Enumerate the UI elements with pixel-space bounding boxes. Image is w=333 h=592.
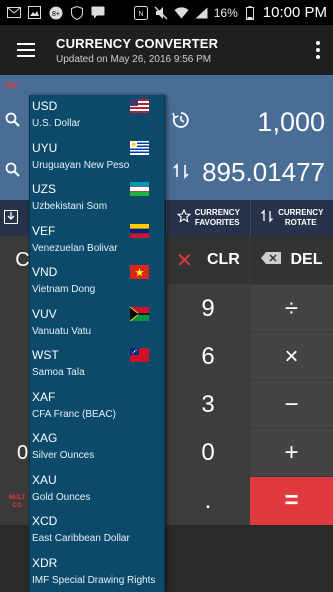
currency-code: UYU [32, 140, 58, 155]
list-item[interactable]: VUV Vanuatu Vatu [30, 303, 164, 345]
currency-code: XAG [32, 431, 58, 445]
battery-icon [243, 5, 258, 20]
currency-name: Gold Ounces [32, 491, 91, 503]
nfc-icon: N [134, 5, 149, 20]
venezuela-flag-icon [130, 223, 149, 238]
list-item[interactable]: XAU Gold Ounces [30, 469, 164, 511]
backspace-icon [260, 251, 281, 269]
key-0[interactable]: 0 [167, 429, 249, 476]
multi-convert-label[interactable]: MULT CO [2, 494, 32, 510]
currency-code: XDR [32, 555, 58, 570]
uzbekistan-flag-icon [130, 182, 149, 196]
currency-code: XAU [32, 472, 57, 487]
multiply-button[interactable]: × [250, 333, 333, 380]
currency-code: VUV [32, 306, 57, 321]
currency-code: XCD [32, 514, 58, 528]
uruguay-flag-icon [130, 140, 149, 155]
currency-name: U.S. Dollar [32, 118, 81, 129]
app-title: CURRENCY CONVERTER [56, 35, 219, 51]
battery-percent: 16% [213, 5, 238, 20]
list-item[interactable]: WST Samoa Tala [30, 344, 164, 386]
star-icon [176, 208, 191, 228]
hamburger-icon[interactable] [0, 25, 52, 75]
samoa-flag-icon [130, 348, 149, 362]
list-item[interactable]: UYU Uruguayan New Peso [30, 137, 164, 179]
currency-name: Venezuelan Bolivar [32, 242, 118, 254]
delete-button[interactable]: DEL [250, 236, 333, 284]
messenger-icon: 8+ [48, 5, 63, 20]
currency-code: USD [32, 99, 58, 113]
email-icon [6, 5, 21, 20]
key-6[interactable]: 6 [167, 333, 249, 380]
image-icon [27, 5, 42, 20]
currency-name: IMF Special Drawing Rights [32, 574, 156, 586]
currency-rotate-button[interactable]: CURRENCY ROTATE [249, 200, 333, 236]
currency-name: East Caribbean Dollar [32, 533, 130, 544]
currency-code: WST [32, 348, 59, 362]
list-item[interactable]: UZS Uzbekistani Som [30, 178, 164, 220]
currency-name: Uruguayan New Peso [32, 159, 130, 171]
status-bar: 8+ N 16% 10:00 PM [0, 0, 333, 25]
decimal-button[interactable]: . [167, 477, 249, 525]
currency-code: VEF [32, 223, 56, 238]
key-3[interactable]: 3 [167, 381, 249, 428]
app-title-block: CURRENCY CONVERTER Updated on May 26, 20… [52, 36, 303, 65]
currency-name: Vietnam Dong [32, 284, 96, 295]
currency-name: Samoa Tala [32, 367, 85, 378]
list-item[interactable]: XDR IMF Special Drawing Rights [30, 552, 164, 592]
rotate-label: CURRENCY ROTATE [278, 208, 324, 227]
clear-button[interactable]: ✕ CLR [167, 236, 249, 284]
search-icon[interactable] [5, 112, 23, 130]
chat-icon [90, 5, 105, 20]
currency-name: Uzbekistani Som [32, 201, 108, 212]
to-amount[interactable]: 895.01477 [170, 149, 333, 195]
equals-button[interactable]: = [250, 477, 333, 525]
to-value: 895.01477 [202, 156, 325, 187]
signal-icon [194, 5, 209, 20]
vietnam-flag-icon [130, 265, 149, 279]
shield-icon [69, 5, 84, 20]
currency-name: Silver Ounces [32, 450, 95, 461]
clock: 10:00 PM [262, 4, 327, 21]
more-vert-icon[interactable] [303, 25, 333, 75]
favorites-label: CURRENCY FAVORITES [194, 208, 240, 227]
from-amount[interactable]: 1,000 [170, 99, 333, 145]
download-icon[interactable] [4, 210, 18, 224]
search-icon[interactable] [5, 162, 23, 180]
minus-button[interactable]: − [250, 381, 333, 428]
update-timestamp: Updated on May 26, 2016 9:56 PM [56, 53, 212, 65]
currency-code: XAF [32, 389, 56, 404]
divide-button[interactable]: ÷ [250, 285, 333, 332]
mute-icon [154, 5, 169, 20]
list-item[interactable]: USD U.S. Dollar [30, 95, 164, 137]
list-item[interactable]: VEF Venezuelan Bolivar [30, 220, 164, 262]
svg-text:N: N [139, 11, 144, 18]
key-9[interactable]: 9 [167, 285, 249, 332]
wifi-icon [174, 5, 189, 20]
list-item[interactable]: VND Vietnam Dong [30, 261, 164, 303]
app-bar: CURRENCY CONVERTER Updated on May 26, 20… [0, 25, 333, 75]
list-item[interactable]: XCD East Caribbean Dollar [30, 510, 164, 552]
currency-code: UZS [32, 182, 56, 196]
from-value: 1,000 [257, 106, 325, 137]
rotate-icon [260, 208, 274, 228]
list-item[interactable]: XAG Silver Ounces [30, 427, 164, 469]
currency-favorites-button[interactable]: CURRENCY FAVORITES [166, 200, 250, 236]
language-badge: EN [6, 81, 18, 90]
svg-text:8+: 8+ [52, 11, 60, 18]
list-item[interactable]: XAF CFA Franc (BEAC) [30, 386, 164, 428]
currency-dropdown[interactable]: USD U.S. Dollar UYU Uruguayan New Peso U… [29, 95, 165, 592]
currency-name: Vanuatu Vatu [32, 325, 92, 337]
plus-button[interactable]: + [250, 429, 333, 476]
currency-name: CFA Franc (BEAC) [32, 408, 116, 420]
currency-code: VND [32, 265, 58, 279]
close-icon: ✕ [176, 249, 193, 272]
vanuatu-flag-icon [130, 306, 149, 321]
us-flag-icon [130, 99, 149, 113]
